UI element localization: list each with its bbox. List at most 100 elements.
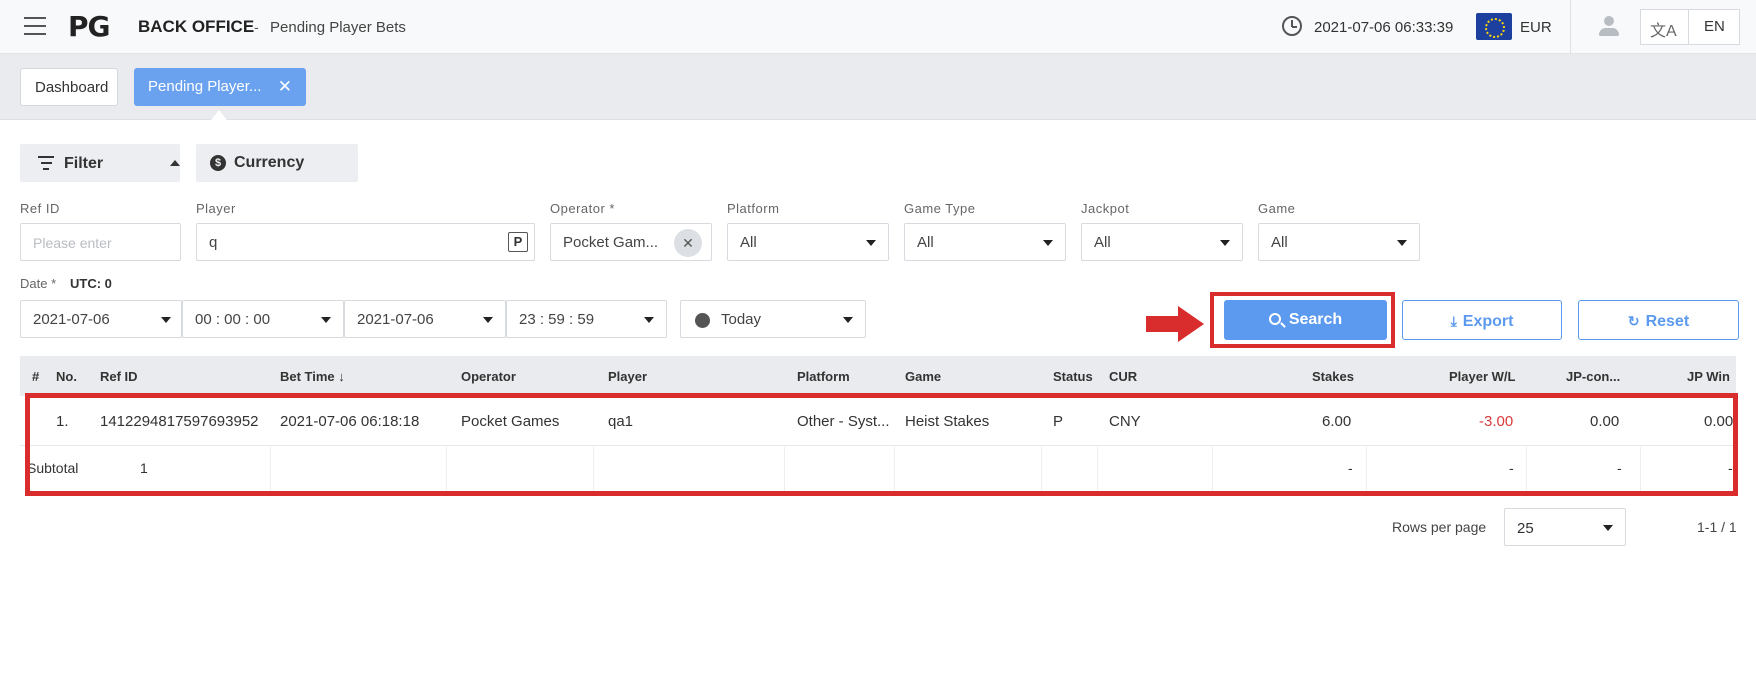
jackpot-select[interactable]: All xyxy=(1081,223,1243,261)
server-datetime: 2021-07-06 06:33:39 xyxy=(1314,19,1454,36)
dollar-icon: $ xyxy=(210,155,226,171)
col-status[interactable]: Status xyxy=(1053,369,1093,384)
col-player-wl[interactable]: Player W/L xyxy=(1449,369,1515,384)
rows-per-page-select[interactable]: 25 xyxy=(1504,508,1626,546)
col-ref-id[interactable]: Ref ID xyxy=(100,369,138,384)
translate-icon: 文A xyxy=(1650,23,1677,40)
player-input[interactable]: q xyxy=(196,223,535,261)
header-divider xyxy=(1570,0,1571,54)
col-stakes[interactable]: Stakes xyxy=(1312,369,1354,384)
game-label: Game xyxy=(1258,201,1296,216)
header-currency[interactable]: EUR xyxy=(1520,19,1552,36)
start-time-value: 00 : 00 : 00 xyxy=(195,311,271,328)
platform-select[interactable]: All xyxy=(727,223,889,261)
search-label: Search xyxy=(1288,311,1343,328)
tab-pending-player-bets[interactable]: Pending Player... ✕ xyxy=(134,68,306,106)
export-label: Export xyxy=(1462,313,1514,330)
col-hash: # xyxy=(32,369,40,384)
rows-per-page-label: Rows per page xyxy=(1392,519,1487,535)
chevron-down-icon xyxy=(321,317,331,323)
app-title: BACK OFFICE xyxy=(138,17,255,36)
platform-value: All xyxy=(740,234,757,251)
refresh-icon: ↻ xyxy=(1627,313,1640,329)
pagination-range: 1-1 / 1 xyxy=(1697,519,1737,535)
caret-up-icon xyxy=(170,160,180,166)
game-value: All xyxy=(1271,234,1288,251)
clock-icon xyxy=(1282,16,1302,36)
operator-label: Operator * xyxy=(550,201,615,216)
ref-id-placeholder: Please enter xyxy=(33,235,112,251)
col-bet-time[interactable]: Bet Time ↓ xyxy=(280,369,345,384)
currency-toggle-button[interactable]: $ Currency xyxy=(196,144,358,182)
chevron-down-icon xyxy=(1220,240,1230,246)
chevron-down-icon xyxy=(1397,240,1407,246)
language-code[interactable]: EN xyxy=(1704,18,1725,35)
reset-label: Reset xyxy=(1645,313,1690,330)
game-type-label: Game Type xyxy=(904,201,976,216)
tab-pointer xyxy=(211,110,227,120)
col-jp-win[interactable]: JP Win xyxy=(1687,369,1730,384)
game-type-select[interactable]: All xyxy=(904,223,1066,261)
col-operator[interactable]: Operator xyxy=(461,369,516,384)
chevron-down-icon xyxy=(866,240,876,246)
player-type-badge-icon[interactable]: P xyxy=(508,232,528,252)
col-cur[interactable]: CUR xyxy=(1109,369,1137,384)
col-player[interactable]: Player xyxy=(608,369,647,384)
col-game[interactable]: Game xyxy=(905,369,941,384)
close-tab-icon[interactable]: ✕ xyxy=(278,68,292,106)
filter-icon xyxy=(38,156,54,170)
chevron-down-icon xyxy=(483,317,493,323)
end-date-picker[interactable]: 2021-07-06 xyxy=(344,300,506,338)
annotation-arrow-icon xyxy=(1146,306,1206,342)
platform-label: Platform xyxy=(727,201,780,216)
reset-button[interactable]: ↻ Reset xyxy=(1578,300,1739,340)
col-jp-contribution[interactable]: JP-con... xyxy=(1566,369,1620,384)
clear-operator-icon[interactable]: ✕ xyxy=(674,229,702,257)
filter-toggle-button[interactable]: Filter xyxy=(20,144,180,182)
search-button[interactable]: Search xyxy=(1224,300,1387,340)
start-time-picker[interactable]: 00 : 00 : 00 xyxy=(182,300,344,338)
col-no[interactable]: No. xyxy=(56,369,77,384)
game-type-value: All xyxy=(917,234,934,251)
end-time-value: 23 : 59 : 59 xyxy=(519,311,595,328)
end-time-picker[interactable]: 23 : 59 : 59 xyxy=(506,300,667,338)
chevron-down-icon xyxy=(161,317,171,323)
ref-id-input[interactable]: Please enter xyxy=(20,223,181,261)
eu-flag-icon xyxy=(1476,13,1512,40)
start-date-picker[interactable]: 2021-07-06 xyxy=(20,300,182,338)
game-select[interactable]: All xyxy=(1258,223,1420,261)
user-avatar-icon[interactable] xyxy=(1597,14,1621,38)
start-date-value: 2021-07-06 xyxy=(33,311,110,328)
operator-value: Pocket Gam... xyxy=(563,234,659,251)
jackpot-label: Jackpot xyxy=(1081,201,1130,216)
jackpot-value: All xyxy=(1094,234,1111,251)
clock-icon xyxy=(695,313,710,328)
search-icon xyxy=(1268,313,1281,325)
page-title: Pending Player Bets xyxy=(270,19,406,36)
table-header: # No. Ref ID Bet Time ↓ Operator Player … xyxy=(20,356,1736,396)
player-value: q xyxy=(209,234,218,251)
top-header: PG BACK OFFICE - Pending Player Bets 202… xyxy=(0,0,1756,54)
rows-per-page-value: 25 xyxy=(1517,520,1534,537)
chevron-down-icon xyxy=(1043,240,1053,246)
hamburger-menu-icon[interactable] xyxy=(24,17,48,37)
tab-dashboard[interactable]: Dashboard xyxy=(20,68,118,106)
filter-label: Filter xyxy=(64,155,104,172)
app-root: PG BACK OFFICE - Pending Player Bets 202… xyxy=(0,0,1756,676)
tab-label: Pending Player... xyxy=(148,78,262,95)
export-button[interactable]: ⤓ Export xyxy=(1402,300,1562,340)
tab-strip: Dashboard Pending Player... ✕ xyxy=(0,54,1756,120)
title-separator: - xyxy=(254,19,259,35)
sort-down-icon[interactable]: ↓ xyxy=(338,369,345,384)
date-preset-select[interactable]: Today xyxy=(680,300,866,338)
player-label: Player xyxy=(196,201,236,216)
chevron-down-icon xyxy=(1603,525,1613,531)
date-label: Date * xyxy=(20,276,57,291)
date-preset-value: Today xyxy=(721,311,762,328)
language-divider xyxy=(1688,10,1689,44)
currency-label: Currency xyxy=(234,154,305,171)
chevron-down-icon xyxy=(843,317,853,323)
col-platform[interactable]: Platform xyxy=(797,369,850,384)
utc-offset: UTC: 0 xyxy=(70,276,112,291)
col-bet-time-label: Bet Time xyxy=(280,369,335,384)
